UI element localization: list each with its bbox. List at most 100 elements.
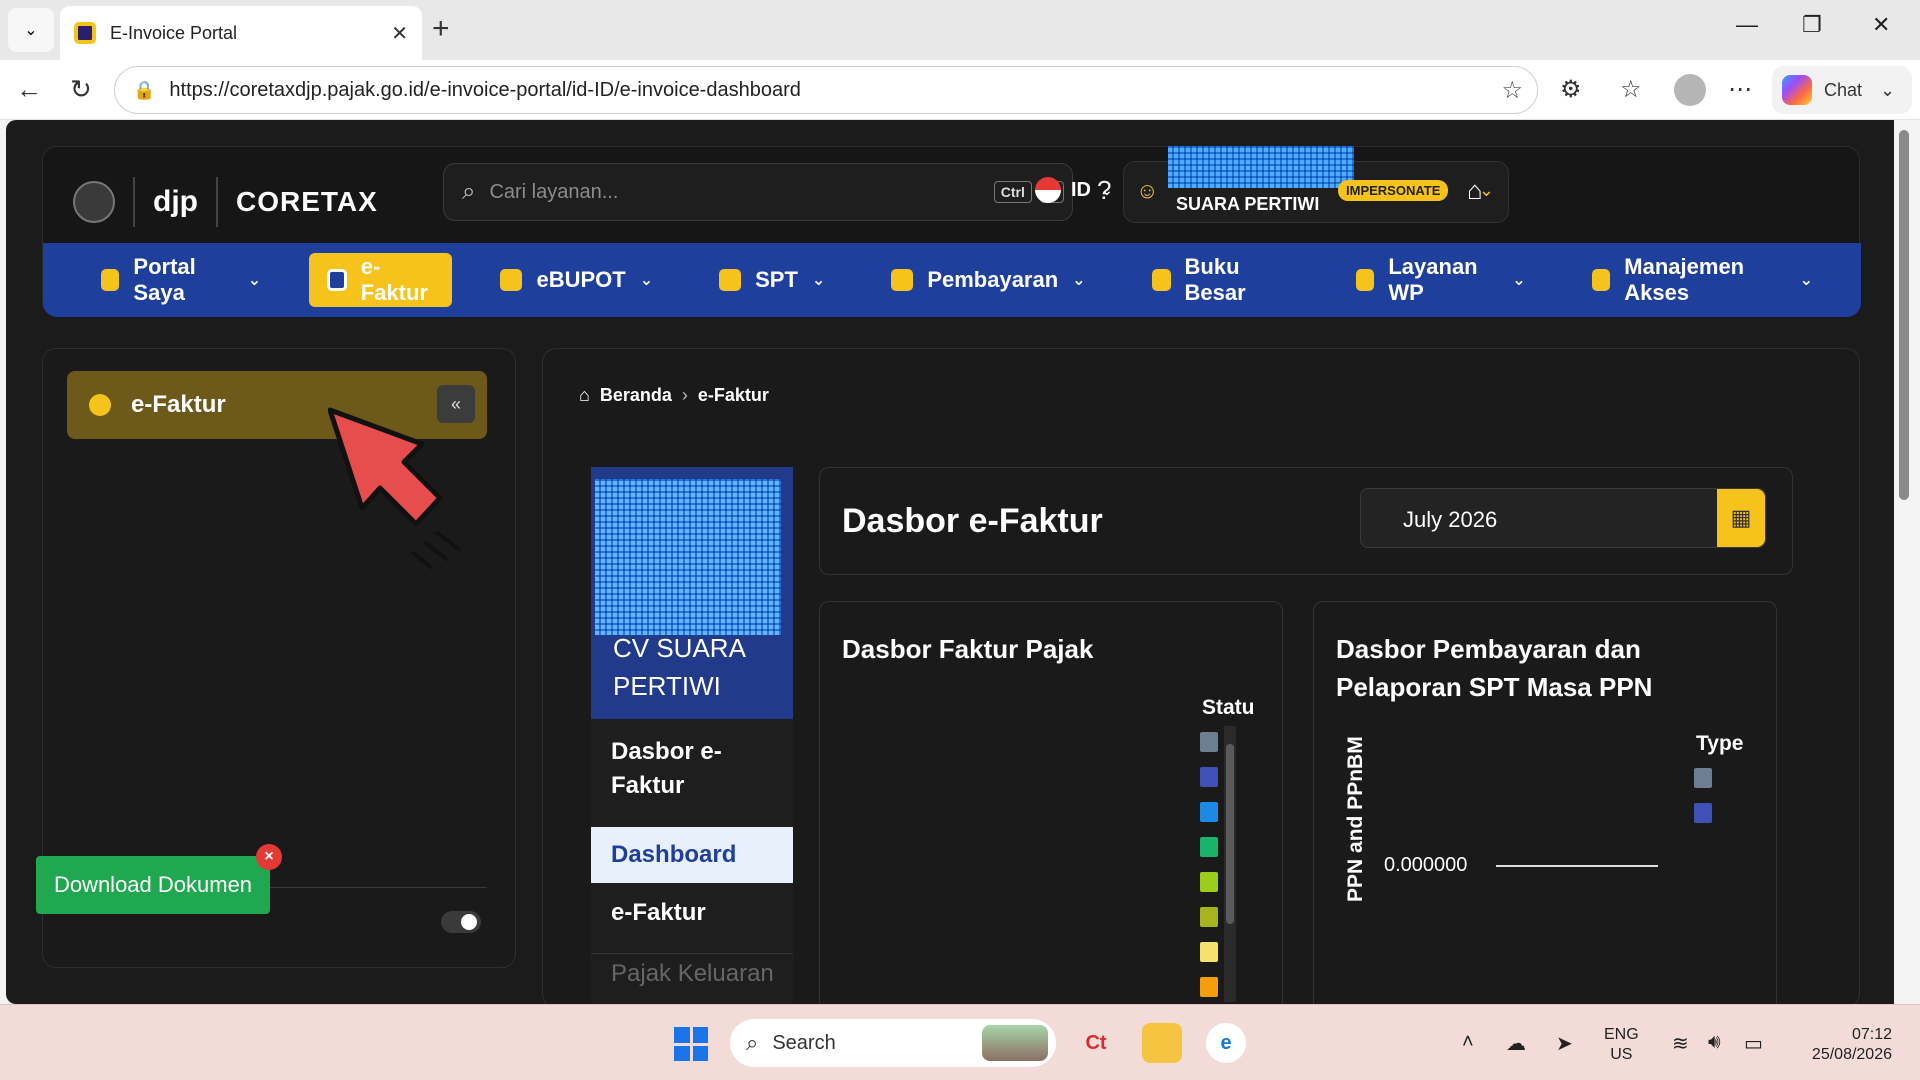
menu-portal-saya[interactable]: Portal Saya ⌄ (83, 253, 279, 307)
app-header: djp CORETAX ⌕ Cari layanan... Ctrl K ? ☾… (42, 146, 1861, 317)
favorites-icon[interactable]: ☆ (1620, 75, 1642, 104)
location-icon[interactable]: ➤ (1556, 1031, 1573, 1056)
onedrive-icon[interactable]: ☁ (1506, 1031, 1526, 1056)
service-search-input[interactable]: ⌕ Cari layanan... Ctrl K (443, 163, 1073, 221)
legend-swatch[interactable] (1200, 732, 1218, 752)
home-icon: ⌂ (579, 385, 590, 405)
browser-toolbar: ← ↻ 🔒 https://coretaxdjp.pajak.go.id/e-i… (0, 60, 1920, 120)
copilot-chat-button[interactable]: Chat ⌄ (1772, 66, 1912, 114)
menu-ebupot[interactable]: eBUPOT ⌄ (482, 253, 671, 307)
period-picker[interactable]: July 2026 ▦ (1360, 488, 1766, 548)
legend-swatch[interactable] (1200, 872, 1218, 892)
chevron-down-icon: ⌄ (1512, 272, 1526, 289)
back-icon[interactable]: ← (16, 74, 42, 105)
redacted-area (1168, 146, 1354, 188)
legend-scrollbar[interactable] (1224, 726, 1236, 1002)
battery-icon[interactable]: ▭ (1744, 1031, 1763, 1056)
breadcrumb-home[interactable]: Beranda (600, 385, 672, 406)
favorite-star-icon[interactable]: ☆ (1501, 76, 1523, 105)
minimize-icon[interactable]: — (1736, 12, 1758, 38)
search-icon: ⌕ (462, 178, 476, 205)
search-highlight-image (982, 1025, 1048, 1061)
tab-list-button[interactable]: ⌄ (8, 8, 54, 52)
sidebar-item-label: e-Faktur (131, 391, 226, 418)
url-text: https://coretaxdjp.pajak.go.id/e-invoice… (169, 78, 801, 101)
legend-swatch[interactable] (1200, 942, 1218, 962)
language-selector[interactable]: ID ⌄ (1035, 177, 1113, 203)
chevron-down-icon: ⌄ (1072, 272, 1086, 289)
subnav-pajak-keluaran[interactable]: Pajak Keluaran (591, 953, 793, 994)
brand[interactable]: djp CORETAX (73, 177, 378, 227)
close-window-icon[interactable]: ✕ (1872, 12, 1890, 38)
windows-start-icon[interactable] (674, 1027, 708, 1061)
chevron-down-icon: ⌄ (1880, 79, 1896, 100)
more-menu-icon[interactable]: ⋯ (1728, 75, 1752, 104)
calendar-icon[interactable]: ▦ (1717, 489, 1765, 547)
period-value: July 2026 (1403, 507, 1498, 532)
key-icon (1591, 269, 1611, 291)
close-tab-icon[interactable]: ✕ (391, 21, 408, 46)
legend-swatch[interactable] (1694, 768, 1712, 788)
spt-icon (719, 269, 742, 291)
subnav-group-e-faktur[interactable]: e-Faktur (591, 893, 793, 933)
file-explorer-icon[interactable] (1142, 1023, 1182, 1063)
address-bar[interactable]: 🔒 https://coretaxdjp.pajak.go.id/e-invoi… (114, 66, 1538, 114)
redacted-area (595, 479, 781, 635)
subnav-group-dasbor[interactable]: Dasbor e-Faktur (591, 735, 793, 803)
page-scrollbar[interactable] (1894, 120, 1914, 1004)
tray-overflow-icon[interactable]: ˄ (1462, 1031, 1474, 1054)
system-clock[interactable]: 07:12 25/08/2026 (1796, 1025, 1892, 1065)
legend-title: Type (1696, 732, 1744, 755)
subnav-dashboard[interactable]: Dashboard (591, 827, 793, 883)
home-icon[interactable]: ⌂ (1467, 175, 1483, 206)
close-download-icon[interactable]: × (256, 844, 282, 870)
ct-app-icon[interactable]: Ct (1076, 1023, 1116, 1063)
indonesia-flag-icon (1035, 177, 1061, 203)
menu-pembayaran[interactable]: Pembayaran ⌄ (873, 253, 1103, 307)
menu-manajemen-akses[interactable]: Manajemen Akses ⌄ (1574, 253, 1831, 307)
emblem-logo-icon (73, 181, 115, 223)
copilot-icon (1782, 75, 1812, 105)
sidebar-toggle[interactable] (441, 911, 481, 933)
restore-icon[interactable]: ❐ (1802, 12, 1822, 38)
ebupot-icon (500, 269, 523, 291)
legend-swatch[interactable] (1200, 767, 1218, 787)
legend-swatch[interactable] (1694, 803, 1712, 823)
new-tab-icon[interactable]: + (432, 12, 450, 46)
legend-swatch[interactable] (1200, 977, 1218, 997)
main-content: ⌂ Beranda › e-Faktur CV SUARA PERTIWI Da… (542, 348, 1860, 1004)
menu-layanan-wp[interactable]: Layanan WP ⌄ (1338, 253, 1544, 307)
breadcrumb: ⌂ Beranda › e-Faktur (579, 385, 769, 406)
browser-tab[interactable]: E-Invoice Portal ✕ (60, 6, 422, 60)
browser-tabbar: ⌄ E-Invoice Portal ✕ + — ❐ ✕ (0, 0, 1920, 60)
chevron-down-icon: ⌄ (24, 22, 38, 39)
menu-buku-besar[interactable]: Buku Besar (1134, 253, 1308, 307)
legend-swatch[interactable] (1200, 837, 1218, 857)
company-name: CV SUARA PERTIWI (613, 633, 745, 701)
legend-swatch[interactable] (1200, 802, 1218, 822)
profile-avatar[interactable] (1674, 74, 1706, 106)
favicon-icon (74, 22, 96, 44)
menu-spt[interactable]: SPT ⌄ (701, 253, 843, 307)
wifi-icon[interactable]: ≋ (1672, 1031, 1689, 1056)
taskbar-search[interactable]: ⌕ Search (730, 1019, 1056, 1067)
legend-swatch[interactable] (1200, 907, 1218, 927)
user-menu[interactable]: ☺ SUARA PERTIWI IMPERSONATE ⌄ (1123, 146, 1509, 223)
y-tick-label: 0.000000 (1384, 854, 1468, 876)
dashboard-subnav: CV SUARA PERTIWI Dasbor e-Faktur Dashboa… (591, 467, 793, 1004)
reload-icon[interactable]: ↻ (70, 74, 92, 105)
chat-label: Chat (1824, 79, 1863, 100)
menu-e-faktur[interactable]: e-Faktur (309, 253, 453, 307)
chevron-down-icon: ⌄ (1799, 272, 1814, 289)
app-viewport: djp CORETAX ⌕ Cari layanan... Ctrl K ? ☾… (6, 120, 1894, 1004)
input-language[interactable]: ENG US (1604, 1025, 1639, 1065)
volume-icon[interactable]: 🔊︎ (1708, 1031, 1721, 1054)
e-faktur-icon (327, 269, 347, 291)
download-document-button[interactable]: Download Dokumen (36, 856, 270, 914)
extensions-icon[interactable]: ⚙ (1560, 75, 1582, 104)
tab-title: E-Invoice Portal (110, 22, 238, 43)
chevron-down-icon: ⌄ (247, 272, 262, 289)
edge-browser-icon[interactable]: e (1206, 1023, 1246, 1063)
shortcut-ctrl: Ctrl (993, 181, 1032, 203)
chevron-down-icon: ⌄ (811, 272, 826, 289)
